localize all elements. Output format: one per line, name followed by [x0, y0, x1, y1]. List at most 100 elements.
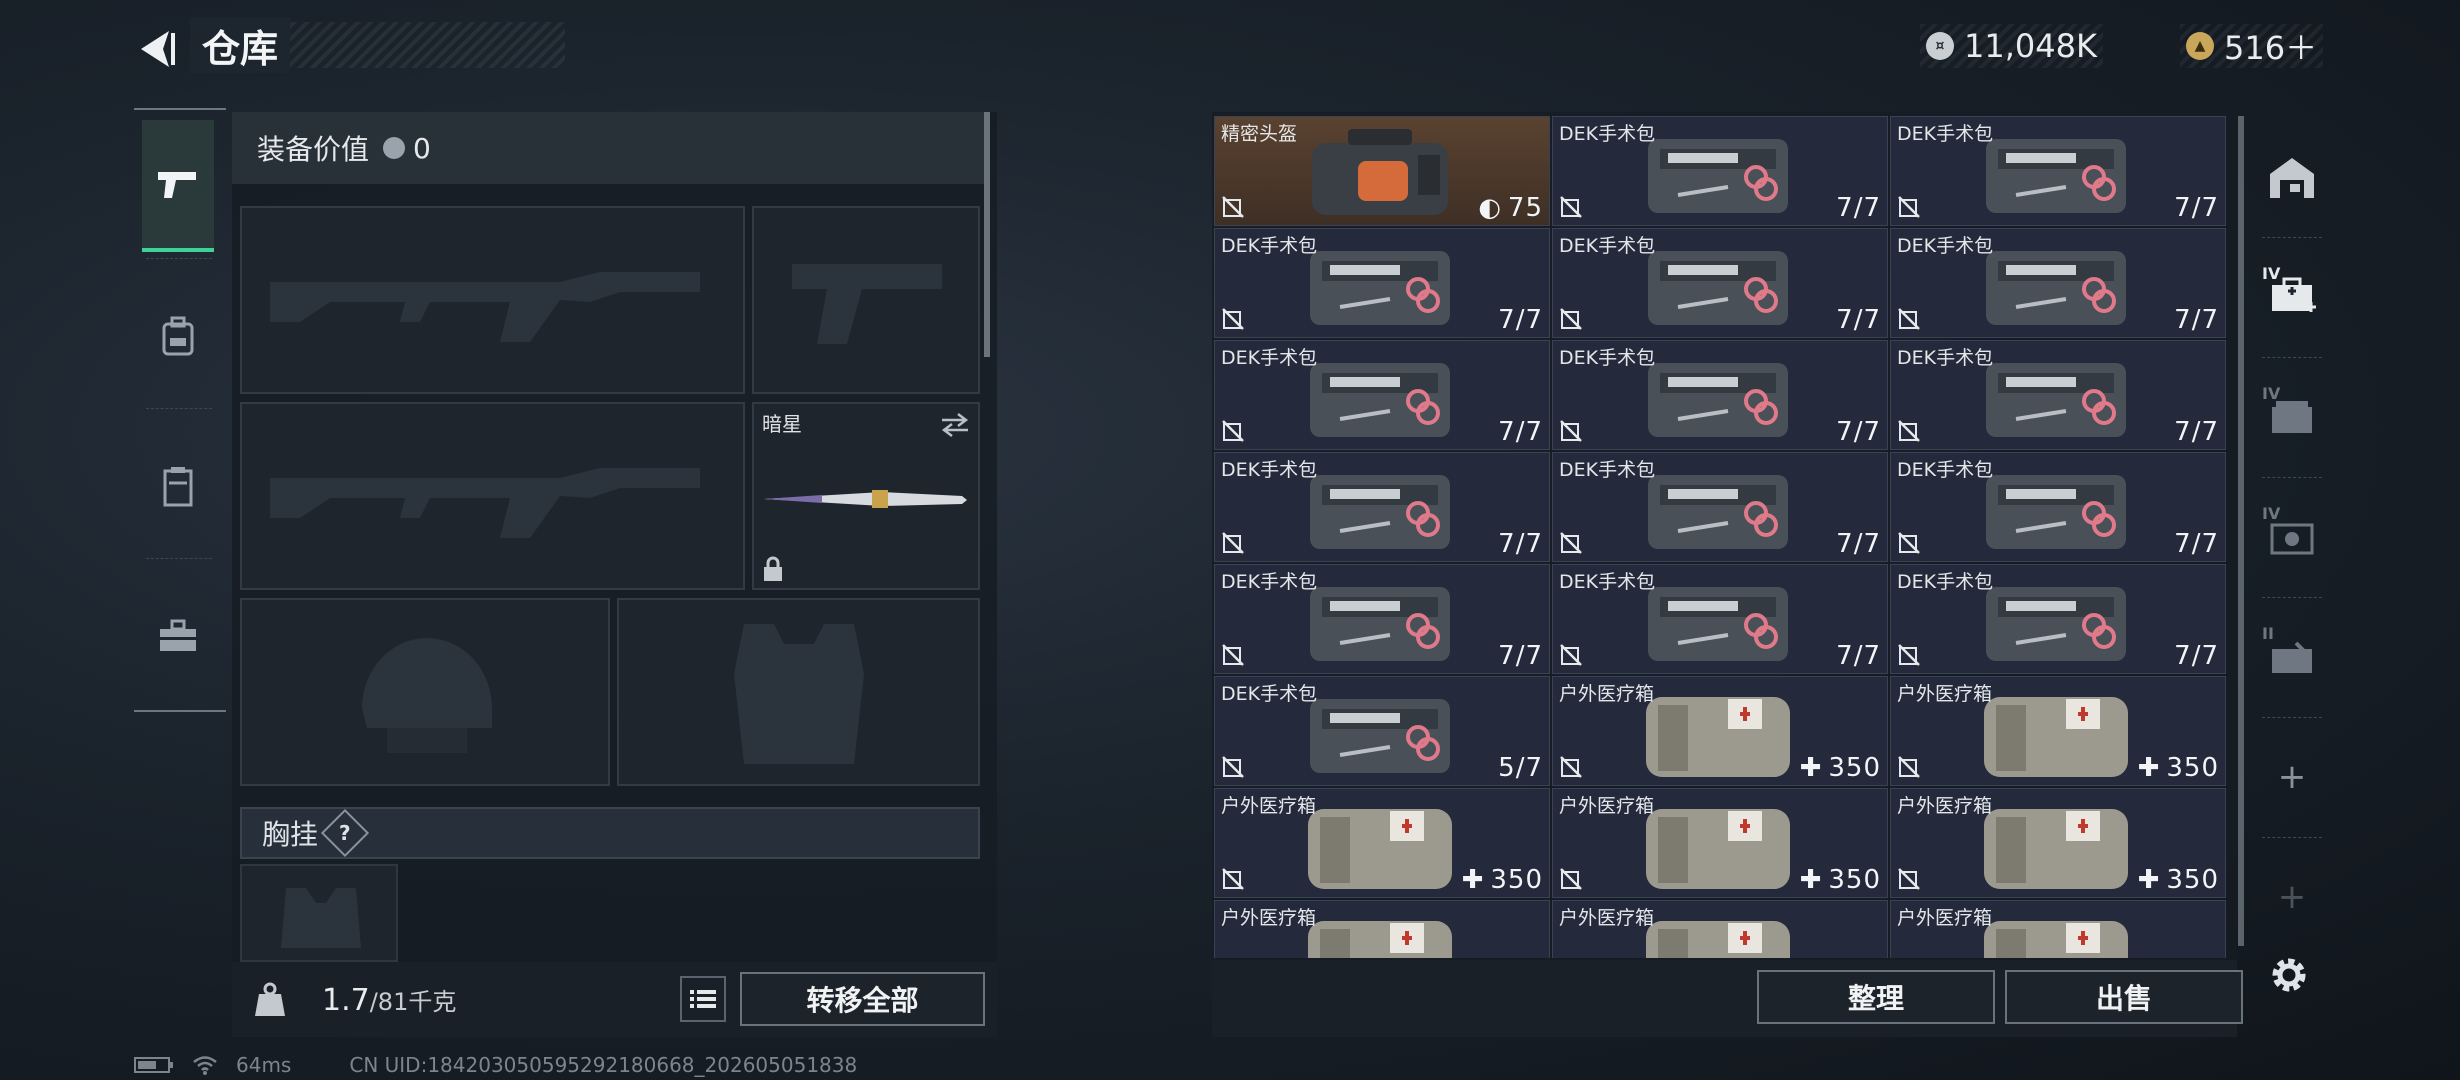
medical-case-icon — [2272, 277, 2316, 312]
tab-storage-iv-c[interactable]: IV — [2252, 482, 2332, 592]
inventory-item[interactable]: DEK手术包 5/7 — [1214, 676, 1550, 786]
heal-plus-icon: ✚ — [1461, 865, 1485, 895]
tab-storage-iv-b[interactable]: IV — [2252, 362, 2332, 472]
gear-icon — [2272, 958, 2306, 992]
tab-storage-iv-a[interactable]: IV — [2252, 242, 2332, 352]
melee-name: 暗星 — [762, 412, 802, 436]
inventory-item[interactable]: 户外医疗箱 — [1552, 900, 1888, 958]
inventory-item[interactable]: DEK手术包 7/7 — [1552, 564, 1888, 674]
help-icon[interactable]: ? — [320, 808, 370, 858]
coin-icon: ¤ — [1926, 32, 1954, 60]
no-loot-icon — [1222, 420, 1244, 442]
item-count-value: 7/7 — [2174, 305, 2219, 335]
outdoor-medkit-image — [1308, 921, 1452, 958]
back-button[interactable] — [130, 24, 180, 74]
inventory-item[interactable]: 户外医疗箱 ✚ 350 — [1890, 788, 2226, 898]
item-count-value: 350 — [1828, 865, 1881, 895]
currency-coin-value: 11,048K — [1964, 27, 2097, 65]
item-count: ✚ 350 — [2138, 865, 2219, 895]
item-count-value: 350 — [1828, 753, 1881, 783]
inventory-item[interactable]: DEK手术包 7/7 — [1214, 564, 1550, 674]
item-count: ✚ 350 — [1800, 753, 1881, 783]
equipment-scrollbar[interactable] — [984, 112, 990, 357]
inventory-grid: 精密头盔 ◐ 75 DEK手术包 7/7 DEK手术包 7/7 DEK手术包 7/7 DEK手术包… — [1214, 116, 2232, 958]
inventory-item[interactable]: 户外医疗箱 ✚ 350 — [1214, 788, 1550, 898]
inventory-item[interactable]: DEK手术包 7/7 — [1890, 564, 2226, 674]
melee-slot[interactable]: 暗星 — [752, 402, 980, 590]
inventory-scrollbar[interactable] — [2238, 116, 2244, 946]
sell-button[interactable]: 出售 — [2005, 970, 2243, 1024]
dek-kit-image — [1986, 475, 2126, 549]
item-count-value: 75 — [1507, 193, 1543, 223]
inventory-item[interactable]: DEK手术包 7/7 — [1890, 452, 2226, 562]
nav-toolbox[interactable] — [142, 570, 214, 702]
item-count-value: 7/7 — [2174, 529, 2219, 559]
inventory-item[interactable]: DEK手术包 7/7 — [1552, 340, 1888, 450]
transfer-all-button[interactable]: 转移全部 — [740, 972, 985, 1026]
secondary-weapon-slot[interactable] — [240, 402, 745, 590]
inventory-item[interactable]: DEK手术包 7/7 — [1214, 452, 1550, 562]
inventory-item[interactable]: DEK手术包 7/7 — [1890, 228, 2226, 338]
sort-button[interactable]: 整理 — [1757, 970, 1995, 1024]
vest-silhouette-icon — [734, 624, 864, 764]
settings-button[interactable] — [2262, 948, 2316, 1002]
heal-plus-icon: ✚ — [2137, 865, 2161, 895]
item-name: 户外医疗箱 — [1559, 683, 1655, 705]
premium-coin-icon: ▲ — [2186, 32, 2214, 60]
add-icon: + — [2277, 877, 2307, 917]
item-count: 7/7 — [1836, 529, 1881, 559]
inventory-item[interactable]: 户外医疗箱 — [1214, 900, 1550, 958]
list-view-button[interactable] — [680, 976, 726, 1022]
item-count: 7/7 — [2174, 529, 2219, 559]
inventory-item[interactable]: 精密头盔 ◐ 75 — [1214, 116, 1550, 226]
equipment-category-nav — [134, 108, 226, 712]
inventory-item[interactable]: DEK手术包 7/7 — [1552, 452, 1888, 562]
dek-kit-image — [1648, 139, 1788, 213]
wifi-icon — [193, 1056, 217, 1075]
sidearm-slot[interactable] — [752, 206, 980, 394]
storage-tabs-nav: IV IV IV II + + — [2252, 112, 2332, 972]
inventory-item[interactable]: DEK手术包 7/7 — [1890, 340, 2226, 450]
armor-slot[interactable] — [617, 598, 980, 786]
primary-weapon-slot[interactable] — [240, 206, 745, 394]
dek-kit-image — [1310, 363, 1450, 437]
heal-plus-icon: ✚ — [1799, 865, 1823, 895]
inventory-item[interactable]: DEK手术包 7/7 — [1552, 116, 1888, 226]
inventory-item[interactable]: DEK手术包 7/7 — [1214, 340, 1550, 450]
tab-storage-ii[interactable]: II — [2252, 602, 2332, 712]
add-storage-button-locked[interactable]: + — [2252, 842, 2332, 952]
item-count-value: 7/7 — [2174, 193, 2219, 223]
tab-main-storage[interactable] — [2252, 122, 2332, 232]
inventory-item[interactable]: 户外医疗箱 ✚ 350 — [1552, 676, 1888, 786]
weight-max: /81千克 — [369, 988, 457, 1016]
item-name: DEK手术包 — [1559, 123, 1656, 145]
outdoor-medkit-image — [1308, 809, 1452, 889]
inventory-item[interactable]: 户外医疗箱 ✚ 350 — [1552, 788, 1888, 898]
item-name: DEK手术包 — [1559, 235, 1656, 257]
item-name: DEK手术包 — [1559, 571, 1656, 593]
no-loot-icon — [1898, 532, 1920, 554]
helmet-slot[interactable] — [240, 598, 610, 786]
swap-arrows-icon[interactable] — [940, 412, 970, 438]
chest-rig-slot[interactable] — [240, 864, 398, 962]
outdoor-medkit-image — [1984, 697, 2128, 777]
no-loot-icon — [1898, 196, 1920, 218]
no-loot-icon — [1898, 756, 1920, 778]
item-count: ✚ 350 — [2138, 753, 2219, 783]
inventory-item[interactable]: 户外医疗箱 ✚ 350 — [1890, 676, 2226, 786]
add-storage-button[interactable]: + — [2252, 722, 2332, 832]
chest-rig-header: 胸挂 ? — [240, 807, 980, 859]
nav-backpack[interactable] — [142, 270, 214, 402]
inventory-item[interactable]: DEK手术包 7/7 — [1214, 228, 1550, 338]
nav-weapons[interactable] — [142, 120, 214, 252]
inventory-item[interactable]: DEK手术包 7/7 — [1890, 116, 2226, 226]
item-name: 精密头盔 — [1221, 123, 1298, 145]
dek-kit-image — [1986, 251, 2126, 325]
nav-storage[interactable] — [142, 420, 214, 552]
rifle-silhouette-icon — [270, 468, 700, 538]
item-count-value: 7/7 — [1498, 641, 1543, 671]
inventory-item[interactable]: 户外医疗箱 — [1890, 900, 2226, 958]
currency-premium: ▲ 516＋ — [2180, 24, 2324, 68]
inventory-item[interactable]: DEK手术包 7/7 — [1552, 228, 1888, 338]
toolbox-icon — [160, 619, 196, 651]
